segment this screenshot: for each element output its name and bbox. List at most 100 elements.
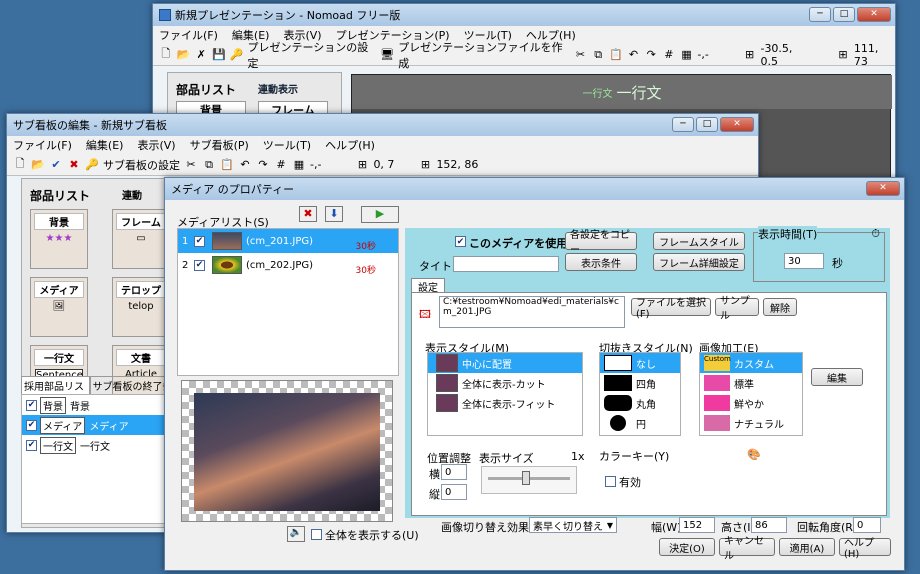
used-row-media[interactable]: ✔ メディア メディア (22, 415, 175, 435)
crop-rounded[interactable]: 丸角 (600, 393, 680, 413)
style-fill-cut[interactable]: 全体に表示-カット (428, 373, 582, 393)
clear-button[interactable]: 解除 (763, 298, 797, 316)
sub-paste-icon[interactable]: 📋 (220, 158, 234, 172)
style-fill-fit[interactable]: 全体に表示-フィット (428, 393, 582, 413)
sub-menu-view[interactable]: 表示(V) (137, 137, 175, 153)
proc-custom[interactable]: Custom カスタム (700, 353, 802, 373)
media-check-1[interactable]: ✔ (194, 235, 205, 247)
media-item-2[interactable]: 2 ✔ (cm_202.JPG) 30秒 (178, 253, 398, 277)
media-check-2[interactable]: ✔ (194, 259, 205, 271)
rotation-input[interactable]: 0 (853, 517, 881, 533)
speaker-icon[interactable]: 🔈 (287, 526, 305, 542)
size-slider[interactable] (481, 466, 577, 494)
part-frame[interactable]: フレーム ▭ (112, 209, 170, 269)
style-center[interactable]: 中心に配置 (428, 353, 582, 373)
sub-close-button[interactable]: ✕ (720, 117, 754, 132)
part-telop[interactable]: テロップ telop (112, 277, 170, 337)
display-cond-button[interactable]: 表示条件 (565, 253, 637, 271)
minimize-button[interactable]: ─ (809, 7, 831, 22)
grid-icon[interactable]: # (662, 48, 676, 62)
cut-icon[interactable]: ✂ (574, 48, 588, 62)
used-row-bg[interactable]: ✔ 背景 背景 (22, 395, 175, 415)
move-down-button[interactable]: ⬇ (325, 206, 343, 222)
check-icon[interactable]: ✔ (49, 158, 63, 172)
h-input[interactable]: 0 (441, 464, 467, 480)
dialog-close-button[interactable]: ✕ (866, 181, 900, 196)
close-doc-icon[interactable]: ✗ (194, 48, 208, 62)
proc-natural[interactable]: ナチュラル (700, 413, 802, 433)
sub-grid-icon[interactable]: # (274, 158, 288, 172)
sub-maximize-button[interactable]: □ (696, 117, 718, 132)
play-button[interactable]: ▶ (361, 206, 399, 223)
help-button[interactable]: ヘルプ(H) (839, 538, 891, 560)
slider-thumb[interactable] (522, 471, 530, 485)
new-icon[interactable]: 🗋 (159, 47, 173, 62)
frame-detail-button[interactable]: フレーム詳細設定 (653, 253, 745, 271)
sub-open-icon[interactable]: 📂 (31, 158, 45, 172)
sub-menu-file[interactable]: ファイル(F) (13, 137, 72, 153)
select-file-button[interactable]: ファイルを選択(F) (631, 298, 711, 320)
close-button[interactable]: ✕ (857, 7, 891, 22)
cancel-icon[interactable]: ✖ (67, 158, 81, 172)
width-input[interactable]: 152 (679, 517, 715, 533)
used-check-media[interactable]: ✔ (26, 419, 37, 431)
maximize-button[interactable]: □ (833, 7, 855, 22)
edit-button[interactable]: 編集 (811, 368, 863, 386)
switch-effect-select[interactable]: 素早く切り替え ▼ (529, 517, 617, 533)
proc-vivid[interactable]: 鮮やか (700, 393, 802, 413)
save-icon[interactable]: 💾 (212, 48, 226, 62)
presentation-settings-button[interactable]: プレゼンテーションの設定 (247, 39, 376, 71)
sub-redo-icon[interactable]: ↷ (256, 158, 270, 172)
paste-icon[interactable]: 📋 (609, 48, 623, 62)
copy-settings-button[interactable]: 各設定をコピー (565, 230, 637, 256)
sub-link-toggle[interactable]: 連動 (122, 187, 142, 202)
sub-copy-icon[interactable]: ⧉ (202, 158, 216, 172)
media-preview (181, 380, 393, 522)
sub-minimize-button[interactable]: ─ (672, 117, 694, 132)
delete-media-button[interactable]: ✖ (299, 206, 317, 222)
part-background[interactable]: 背景 ★★★ (30, 209, 88, 269)
sub-undo-icon[interactable]: ↶ (238, 158, 252, 172)
undo-icon[interactable]: ↶ (627, 48, 641, 62)
title-input[interactable] (453, 256, 559, 272)
sub-menu-sub[interactable]: サブ看板(P) (190, 137, 249, 153)
copy-icon[interactable]: ⧉ (591, 48, 605, 62)
grid2-icon[interactable]: ▦ (680, 48, 694, 62)
v-input[interactable]: 0 (441, 484, 467, 500)
apply-button[interactable]: 適用(A) (779, 538, 835, 556)
cancel-button[interactable]: キャンセル (719, 536, 775, 562)
use-media-check[interactable]: ✔ (455, 236, 466, 247)
color-key-enable-check[interactable] (605, 476, 616, 487)
used-check-sentence[interactable]: ✔ (26, 439, 37, 451)
main-link-toggle[interactable]: 連動表示 (258, 81, 298, 96)
redo-icon[interactable]: ↷ (644, 48, 658, 62)
menu-file[interactable]: ファイル(F) (159, 27, 218, 43)
sample-button[interactable]: サンプル (715, 296, 759, 322)
height-input[interactable]: 86 (751, 517, 787, 533)
duration-input[interactable]: 30 (784, 253, 824, 269)
sub-settings-button[interactable]: サブ看板の設定 (103, 157, 180, 173)
part-media[interactable]: メディア 🖼 (30, 277, 88, 337)
sub-menu-help[interactable]: ヘルプ(H) (325, 137, 375, 153)
ok-button[interactable]: 決定(O) (659, 538, 715, 556)
sub-grid2-icon[interactable]: ▦ (292, 158, 306, 172)
media-item-1[interactable]: 1 ✔ (cm_201.JPG) 30秒 (178, 229, 398, 253)
crop-square[interactable]: 四角 (600, 373, 680, 393)
open-icon[interactable]: 📂 (177, 48, 191, 62)
crop-circle[interactable]: 円 (600, 413, 680, 433)
show-all-check[interactable] (311, 529, 322, 540)
file-path-field[interactable]: C:¥testroom¥Nomoad¥edi_materials¥cm_201.… (439, 296, 625, 328)
used-row-sentence[interactable]: ✔ 一行文 一行文 (22, 435, 175, 455)
sub-new-icon[interactable]: 🗋 (13, 157, 27, 172)
sub-cut-icon[interactable]: ✂ (184, 158, 198, 172)
create-file-button[interactable]: プレゼンテーションファイルを作成 (398, 39, 569, 71)
main-slide[interactable]: 一行文 一行文 (352, 75, 892, 109)
frame-style-button[interactable]: フレームスタイル (653, 232, 745, 250)
sub-menu-tools[interactable]: ツール(T) (263, 137, 311, 153)
sub-menu-edit[interactable]: 編集(E) (86, 137, 124, 153)
proc-standard[interactable]: 標準 (700, 373, 802, 393)
crop-none[interactable]: なし (600, 353, 680, 373)
monitor-icon: 🖥 (380, 48, 395, 61)
used-check-bg[interactable]: ✔ (26, 399, 37, 411)
image-proc-list: Custom カスタム 標準 鮮やか ナチュラル (699, 352, 803, 436)
